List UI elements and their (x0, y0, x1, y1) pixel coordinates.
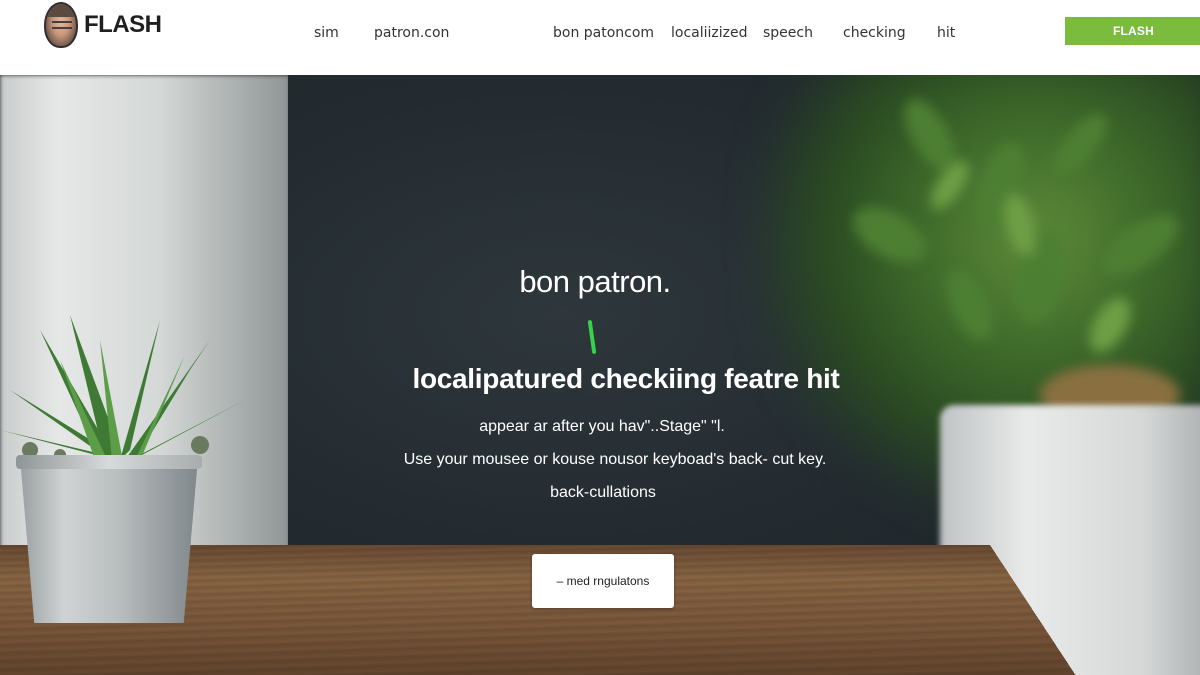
nav-item-bon-patoncom[interactable]: bon patoncom (553, 25, 654, 41)
green-mark-icon (588, 320, 596, 354)
logo[interactable]: FLASH (44, 2, 162, 48)
hero-action-button[interactable]: – med rngulatons (532, 554, 674, 608)
nav-item-speech[interactable]: speech (763, 25, 813, 41)
hero-desc-line-1: appear ar after you hav"..Stage" "l. (479, 418, 725, 435)
hero-desc-line-2: Use your mousee or kouse nousor keyboad'… (403, 451, 827, 468)
hero-title: bon patron. (519, 264, 671, 299)
site-header: FLASH sim patron.con bon patoncom locali… (0, 0, 1200, 75)
nav-item-sim[interactable]: sim (314, 25, 339, 41)
cta-button[interactable]: FLASH (1065, 17, 1200, 45)
nav-item-checking[interactable]: checking (843, 25, 906, 41)
nav-item-hit[interactable]: hit (937, 25, 955, 41)
logo-text: FLASH (84, 11, 162, 38)
avatar-icon (44, 2, 78, 48)
hero-subtitle: localipatured checkiing featre hit (412, 363, 840, 394)
metal-pot-image (20, 458, 198, 623)
nav-item-patron-con[interactable]: patron.con (374, 25, 449, 41)
hero-desc-line-3: back-cullations (550, 484, 656, 501)
nav-item-localized[interactable]: localiizized (671, 25, 748, 41)
